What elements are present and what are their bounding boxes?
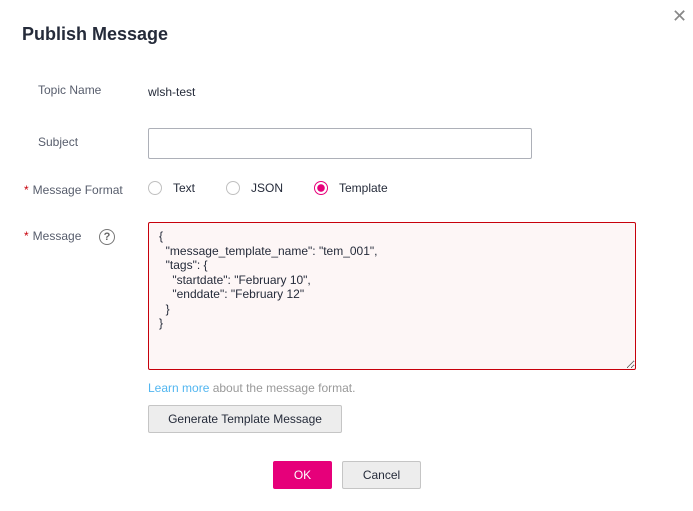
radio-option-json[interactable]: JSON [226,181,283,195]
required-mark: * [24,229,29,243]
radio-label: Text [173,181,196,195]
dialog-title: Publish Message [22,24,169,44]
message-label: * Message [24,229,81,243]
radio-option-text[interactable]: Text [148,181,195,195]
message-text: Message [32,229,82,243]
ok-button[interactable]: OK [273,461,332,489]
radio-option-template[interactable]: Template [314,181,388,195]
required-mark: * [24,183,29,197]
radio-label: JSON [251,181,284,195]
generate-template-button[interactable]: Generate Template Message [148,405,342,433]
radio-json[interactable] [226,181,240,195]
message-textarea[interactable]: { "message_template_name": "tem_001", "t… [148,222,636,370]
message-format-label: * Message Format [24,183,123,197]
message-format-text: Message Format [32,183,123,197]
subject-label: Subject [38,135,79,149]
cancel-button[interactable]: Cancel [342,461,421,489]
subject-input[interactable] [148,128,532,159]
help-icon[interactable]: ? [99,229,115,245]
radio-label: Template [339,181,388,195]
close-icon[interactable]: ✕ [672,6,687,27]
radio-template[interactable] [314,181,328,195]
topic-name-value: wlsh-test [148,85,196,99]
learn-more-link[interactable]: Learn more [148,381,209,395]
radio-text[interactable] [148,181,162,195]
learn-more-suffix: about the message format. [209,381,356,395]
learn-more-hint: Learn more about the message format. [148,381,355,395]
topic-name-label: Topic Name [38,83,102,97]
